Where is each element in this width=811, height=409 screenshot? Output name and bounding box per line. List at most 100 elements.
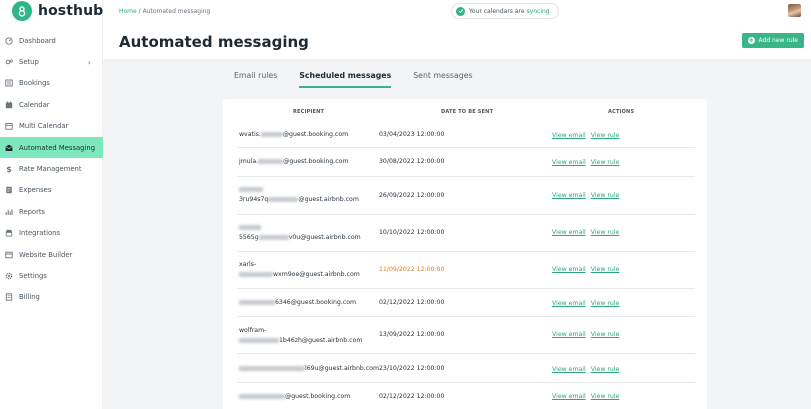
logo[interactable]: hosthub <box>12 1 103 21</box>
view-rule-link[interactable]: View rule <box>591 300 620 307</box>
tab-email-rules[interactable]: Email rules <box>234 71 277 88</box>
date-cell: 03/04/2023 12:00:00 <box>379 131 445 138</box>
actions-cell: View email View rule <box>552 192 619 199</box>
view-email-link[interactable]: View email <box>552 229 586 236</box>
sidebar-item-label: Automated Messaging <box>19 143 96 152</box>
table-row: 3ru94s7q @guest.airbnb.com 26/09/2022 12:… <box>237 177 695 215</box>
add-new-rule-label: Add new rule <box>758 37 798 44</box>
view-email-link[interactable]: View email <box>552 366 586 373</box>
sidebar-item-dashboard[interactable]: Dashboard <box>0 30 103 51</box>
actions-cell: View email View rule <box>552 159 619 166</box>
view-rule-link[interactable]: View rule <box>591 331 620 338</box>
setup-icon <box>5 58 13 66</box>
multi-calendar-icon <box>5 122 13 130</box>
date-cell: 11/09/2022 12:00:00 <box>379 266 445 273</box>
recipient-cell: wolfram- 1b46zh@guest.airbnb.com <box>239 327 362 344</box>
date-cell: 30/08/2022 12:00:00 <box>379 158 445 165</box>
view-rule-link[interactable]: View rule <box>591 366 620 373</box>
sync-status: syncing <box>526 7 550 15</box>
table-row: l69u@guest.airbnb.com 23/10/2022 12:00:0… <box>237 354 695 383</box>
sidebar-item-integrations[interactable]: Integrations <box>0 223 103 244</box>
date-cell: 02/12/2022 12:00:00 <box>379 393 445 400</box>
page-header: Automated messaging + Add new rule <box>103 22 811 59</box>
redacted-text <box>239 186 263 192</box>
sidebar-item-label: Reports <box>19 207 46 216</box>
redacted-text <box>239 224 261 230</box>
recipient-text: wvatis. <box>239 131 261 138</box>
view-email-link[interactable]: View email <box>552 132 586 139</box>
sidebar-nav: Dashboard Setup › Bookings Calendar Mult… <box>0 30 103 308</box>
redacted-text <box>258 234 289 240</box>
redacted-text <box>239 271 273 277</box>
actions-cell: View email View rule <box>552 300 619 307</box>
sidebar-item-label: Settings <box>19 271 47 280</box>
recipient-text: wxm9oe@guest.airbnb.com <box>273 271 360 278</box>
view-rule-link[interactable]: View rule <box>591 266 620 273</box>
sidebar-item-label: Calendar <box>19 100 50 109</box>
view-rule-link[interactable]: View rule <box>591 192 620 199</box>
gear-icon <box>5 272 13 280</box>
recipient-cell: xarls- wxm9oe@guest.airbnb.com <box>239 261 360 278</box>
dashboard-icon <box>5 37 13 45</box>
recipient-cell: @guest.booking.com <box>239 393 350 400</box>
sidebar-item-calendar[interactable]: Calendar <box>0 94 103 115</box>
column-header-recipient: RECIPIENT <box>293 109 325 115</box>
breadcrumb-home-link[interactable]: Home <box>119 8 137 15</box>
table-row: 5565g v0u@guest.airbnb.com 10/10/2022 12:… <box>237 215 695 252</box>
view-rule-link[interactable]: View rule <box>591 132 620 139</box>
view-rule-link[interactable]: View rule <box>591 393 620 400</box>
sidebar-item-setup[interactable]: Setup › <box>0 51 103 72</box>
recipient-text: l69u@guest.airbnb.com <box>305 365 379 372</box>
recipient-text: @guest.airbnb.com <box>298 196 359 203</box>
recipient-cell: jmula. @guest.booking.com <box>239 158 348 165</box>
sidebar-item-label: Bookings <box>19 79 50 88</box>
view-email-link[interactable]: View email <box>552 393 586 400</box>
sidebar-item-multi-calendar[interactable]: Multi Calendar <box>0 116 103 137</box>
sidebar-item-billing[interactable]: Billing <box>0 287 103 308</box>
page-title: Automated messaging <box>119 33 309 51</box>
recipient-text: 6346@guest.booking.com <box>275 299 357 306</box>
sidebar-item-website-builder[interactable]: Website Builder <box>0 244 103 265</box>
date-cell: 10/10/2022 12:00:00 <box>379 229 445 236</box>
table-row: jmula. @guest.booking.com 30/08/2022 12:0… <box>237 148 695 177</box>
check-icon <box>456 6 465 16</box>
sidebar-item-expenses[interactable]: Expenses <box>0 180 103 201</box>
message-tabs: Email rules Scheduled messages Sent mess… <box>234 71 495 88</box>
add-new-rule-button[interactable]: + Add new rule <box>741 33 804 48</box>
sidebar-item-label: Setup <box>19 58 39 67</box>
date-cell: 23/10/2022 12:00:00 <box>379 365 445 372</box>
view-rule-link[interactable]: View rule <box>591 229 620 236</box>
tab-sent-messages[interactable]: Sent messages <box>413 71 472 88</box>
breadcrumb-current: Automated messaging <box>142 8 211 15</box>
view-email-link[interactable]: View email <box>552 266 586 273</box>
logo-text: hosthub <box>38 3 104 19</box>
main-content: Email rules Scheduled messages Sent mess… <box>103 59 811 409</box>
sidebar-item-label: Billing <box>19 293 40 302</box>
avatar[interactable] <box>788 4 801 17</box>
view-email-link[interactable]: View email <box>552 331 586 338</box>
redacted-text <box>268 196 299 202</box>
sidebar-item-settings[interactable]: Settings <box>0 265 103 286</box>
bookings-icon <box>5 79 13 87</box>
view-email-link[interactable]: View email <box>552 159 586 166</box>
sidebar-item-bookings[interactable]: Bookings <box>0 73 103 94</box>
plus-icon: + <box>747 36 755 44</box>
sidebar-item-rate-management[interactable]: $ Rate Management <box>0 158 103 179</box>
topbar: Home / Automated messaging Your calendar… <box>103 0 811 22</box>
calendar-sync-status[interactable]: Your calendars are syncing <box>451 3 559 19</box>
tab-scheduled-messages[interactable]: Scheduled messages <box>299 71 392 88</box>
date-cell: 02/12/2022 12:00:00 <box>379 299 445 306</box>
dollar-icon: $ <box>6 164 12 174</box>
view-email-link[interactable]: View email <box>552 300 586 307</box>
sidebar-item-label: Dashboard <box>19 36 56 45</box>
sidebar-item-automated-messaging[interactable]: Automated Messaging <box>0 136 103 159</box>
view-email-link[interactable]: View email <box>552 192 586 199</box>
sidebar-item-reports[interactable]: Reports <box>0 201 103 222</box>
sidebar-item-label: Rate Management <box>19 165 82 174</box>
view-rule-link[interactable]: View rule <box>591 159 620 166</box>
redacted-text <box>260 131 283 137</box>
table-row: @guest.booking.com 02/12/2022 12:00:00 V… <box>237 383 695 409</box>
breadcrumb: Home / Automated messaging <box>119 8 210 15</box>
date-cell: 13/09/2022 12:00:00 <box>379 331 445 338</box>
hosthub-logo-icon <box>12 1 32 21</box>
